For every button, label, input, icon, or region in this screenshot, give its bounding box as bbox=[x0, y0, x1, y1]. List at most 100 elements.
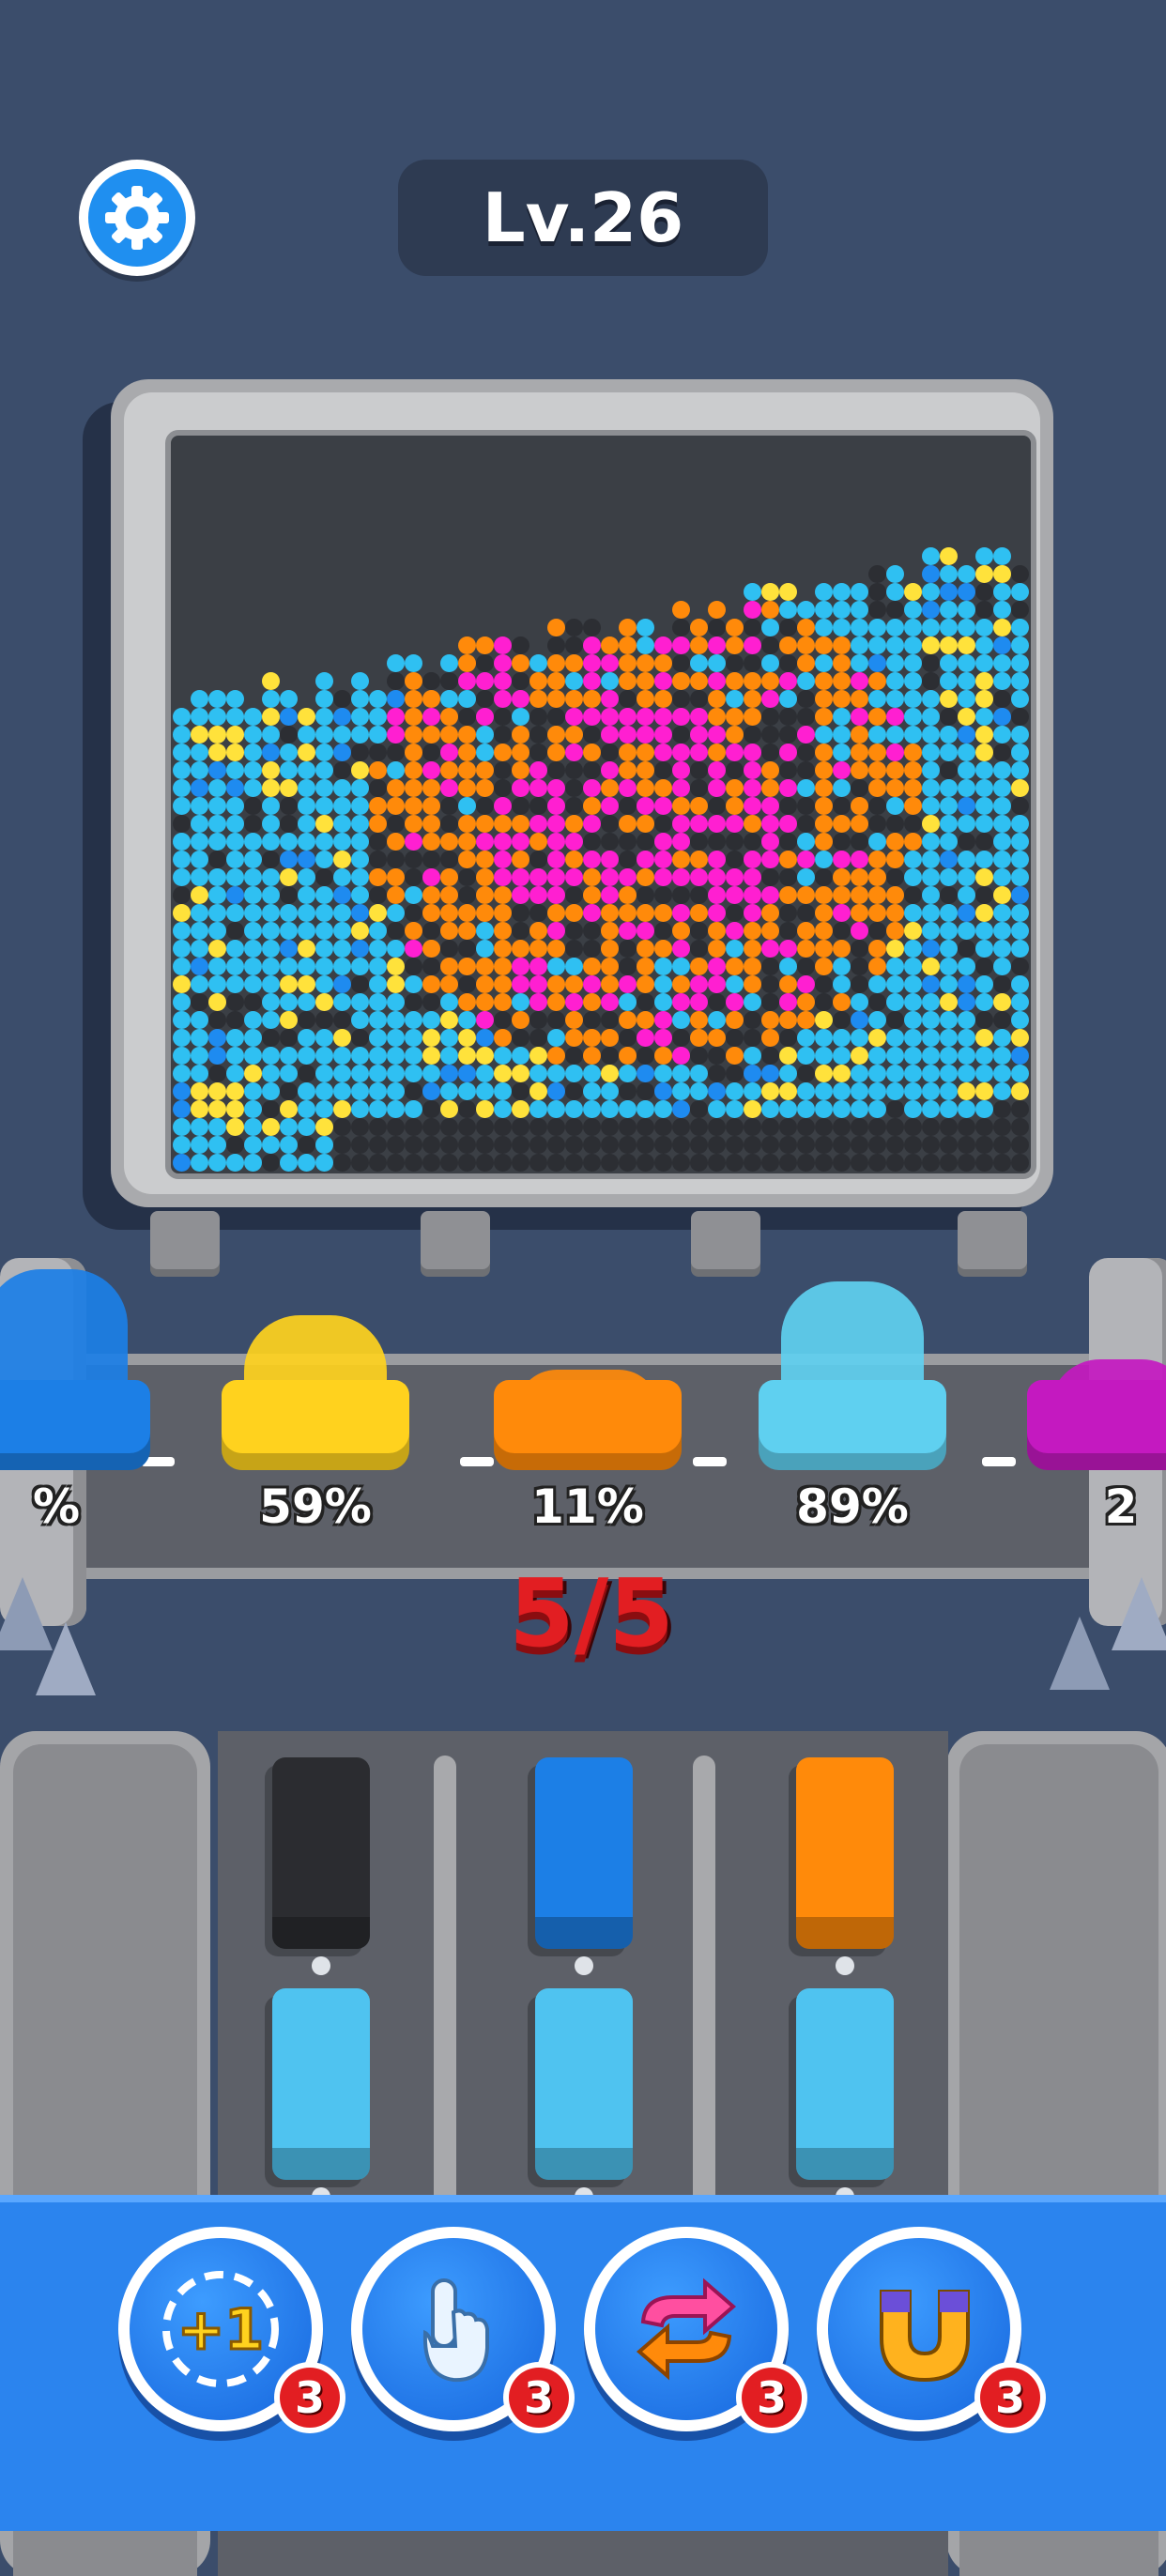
pixel-peg bbox=[744, 922, 761, 940]
pixel-peg bbox=[422, 1118, 440, 1136]
pixel-peg bbox=[851, 1047, 868, 1065]
pixel-peg bbox=[690, 833, 708, 851]
pixel-peg bbox=[262, 1100, 280, 1118]
parked-car[interactable] bbox=[796, 1757, 894, 1949]
settings-button[interactable] bbox=[79, 160, 195, 276]
pixel-peg bbox=[690, 886, 708, 904]
pixel-peg bbox=[512, 851, 529, 868]
pixel-peg bbox=[298, 904, 315, 922]
pixel-peg bbox=[601, 868, 619, 886]
pixel-peg bbox=[333, 1118, 351, 1136]
pixel-peg bbox=[262, 940, 280, 958]
pixel-peg bbox=[975, 1154, 993, 1172]
pixel-peg bbox=[547, 1154, 565, 1172]
pixel-peg bbox=[993, 654, 1011, 672]
pixel-peg bbox=[833, 1136, 851, 1154]
pixel-peg bbox=[637, 1047, 654, 1065]
pixel-peg bbox=[761, 779, 779, 797]
pixel-peg bbox=[333, 904, 351, 922]
pixel-peg bbox=[583, 1136, 601, 1154]
pixel-peg bbox=[547, 1136, 565, 1154]
pixel-peg bbox=[868, 636, 886, 654]
pixel-peg bbox=[637, 886, 654, 904]
pixel-peg bbox=[708, 833, 726, 851]
pixel-peg bbox=[993, 993, 1011, 1011]
parked-car[interactable] bbox=[796, 1988, 894, 2180]
pixel-peg bbox=[940, 708, 958, 726]
pixel-peg bbox=[333, 744, 351, 761]
pixel-peg bbox=[1011, 1065, 1029, 1082]
pixel-peg bbox=[173, 1136, 191, 1154]
pixel-peg bbox=[833, 851, 851, 868]
pixel-peg bbox=[422, 940, 440, 958]
pixel-peg bbox=[583, 744, 601, 761]
pixel-peg bbox=[833, 1118, 851, 1136]
pixel-peg bbox=[744, 815, 761, 833]
parked-car[interactable] bbox=[272, 1988, 370, 2180]
parked-car[interactable] bbox=[535, 1757, 633, 1949]
pixel-peg bbox=[958, 1065, 975, 1082]
pixel-peg bbox=[868, 1047, 886, 1065]
pixel-peg bbox=[672, 922, 690, 940]
pixel-peg bbox=[940, 1011, 958, 1029]
pixel-peg bbox=[815, 708, 833, 726]
parked-car[interactable] bbox=[535, 1988, 633, 2180]
pixel-peg bbox=[422, 1136, 440, 1154]
pixel-peg bbox=[583, 726, 601, 744]
pixel-peg bbox=[886, 1100, 904, 1118]
pixel-peg bbox=[958, 601, 975, 619]
pixel-peg bbox=[387, 1154, 405, 1172]
pixel-peg bbox=[601, 744, 619, 761]
pixel-peg bbox=[244, 940, 262, 958]
pixel-peg bbox=[547, 1029, 565, 1047]
pixel-peg bbox=[422, 993, 440, 1011]
pixel-peg bbox=[173, 922, 191, 940]
pixel-peg bbox=[458, 958, 476, 975]
pixel-peg bbox=[815, 886, 833, 904]
pixel-peg bbox=[619, 1154, 637, 1172]
pixel-peg bbox=[405, 779, 422, 797]
pixel-peg bbox=[458, 672, 476, 690]
pixel-peg bbox=[975, 815, 993, 833]
pixel-peg bbox=[637, 1136, 654, 1154]
pixel-peg bbox=[726, 1011, 744, 1029]
pixel-peg bbox=[476, 1154, 494, 1172]
pixel-peg bbox=[405, 993, 422, 1011]
pixel-peg bbox=[833, 833, 851, 851]
pixel-peg bbox=[529, 975, 547, 993]
pixel-peg bbox=[904, 904, 922, 922]
pixel-peg bbox=[529, 868, 547, 886]
pixel-peg bbox=[779, 904, 797, 922]
pixel-peg bbox=[601, 922, 619, 940]
pixel-peg bbox=[922, 1082, 940, 1100]
pixel-peg bbox=[904, 654, 922, 672]
pixel-peg bbox=[815, 904, 833, 922]
pixel-peg bbox=[298, 922, 315, 940]
pixel-peg bbox=[583, 761, 601, 779]
pixel-peg bbox=[512, 761, 529, 779]
pixel-peg bbox=[886, 1029, 904, 1047]
pixel-peg bbox=[886, 565, 904, 583]
pixel-peg bbox=[529, 940, 547, 958]
pixel-peg bbox=[654, 868, 672, 886]
pixel-peg bbox=[815, 672, 833, 690]
pixel-peg bbox=[922, 833, 940, 851]
pixel-peg bbox=[351, 761, 369, 779]
pixel-peg bbox=[761, 761, 779, 779]
parked-car[interactable] bbox=[272, 1757, 370, 1949]
pixel-peg bbox=[993, 1082, 1011, 1100]
pixel-peg bbox=[922, 958, 940, 975]
pixel-peg bbox=[833, 744, 851, 761]
pixel-peg bbox=[565, 958, 583, 975]
pixel-peg bbox=[975, 672, 993, 690]
pixel-peg bbox=[208, 1136, 226, 1154]
pixel-peg bbox=[744, 672, 761, 690]
pixel-peg bbox=[512, 690, 529, 708]
pixel-peg bbox=[993, 636, 1011, 654]
pixel-peg bbox=[851, 851, 868, 868]
pixel-peg bbox=[904, 1029, 922, 1047]
pixel-peg bbox=[226, 1136, 244, 1154]
pixel-peg bbox=[280, 1154, 298, 1172]
pixel-peg bbox=[191, 797, 208, 815]
pixel-peg bbox=[476, 975, 494, 993]
